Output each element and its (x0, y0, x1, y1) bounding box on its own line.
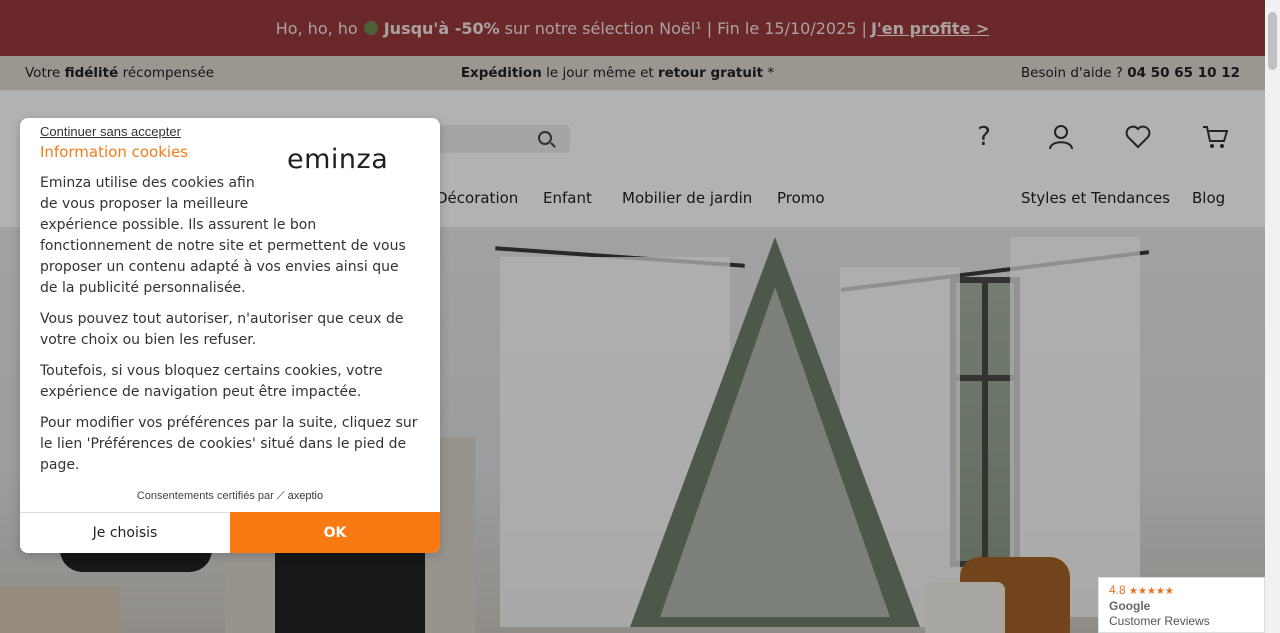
google-reviews-badge[interactable]: 4.8 ★★★★★ Google Customer Reviews (1098, 577, 1265, 633)
cookie-paragraph: Eminza utilise des cookies afin de vous p… (40, 175, 406, 296)
eminza-logo: eminza (287, 144, 389, 175)
scrollbar[interactable] (1265, 0, 1280, 633)
cookie-paragraph: Pour modifier vos préférences par la sui… (40, 415, 418, 473)
axeptio-logo: ⟋ axeptio (276, 490, 324, 502)
scrollbar-thumb[interactable] (1268, 12, 1277, 70)
cookie-paragraph: Vous pouvez tout autoriser, n'autoriser … (40, 311, 404, 348)
certified-consent: Consentements certifiés par ⟋ axeptio (136, 490, 324, 502)
cookie-consent-modal: Continuer sans accepter Information cook… (20, 118, 440, 553)
cookie-modal-title: Information cookies (40, 143, 189, 161)
continue-without-accepting-link[interactable]: Continuer sans accepter (40, 124, 181, 139)
cookie-paragraph: Toutefois, si vous bloquez certains cook… (40, 363, 383, 400)
choose-button[interactable]: Je choisis (20, 512, 230, 553)
review-stars-icon: ★★★★★ (1129, 586, 1174, 597)
review-label: Customer Reviews (1109, 614, 1210, 628)
cookie-modal-body: Eminza utilise des cookies afin de vous p… (40, 173, 420, 486)
ok-button[interactable]: OK (230, 512, 440, 553)
review-rating: 4.8 (1109, 583, 1126, 597)
review-source: Google (1109, 599, 1151, 613)
